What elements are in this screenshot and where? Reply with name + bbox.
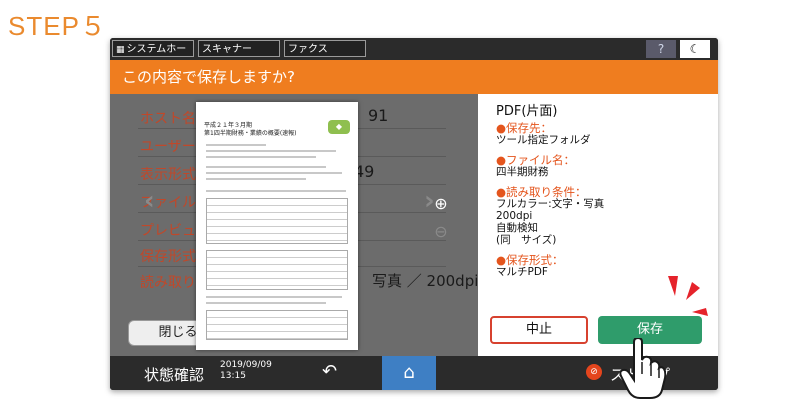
grid-icon: ▦ — [116, 45, 125, 55]
time: 13:15 — [220, 371, 246, 381]
text-line — [206, 296, 342, 298]
save-format-value: マルチPDF — [496, 266, 548, 278]
page-title: この内容で保存しますか? — [122, 68, 295, 86]
stop-icon[interactable]: ⊘ — [586, 364, 602, 380]
back-icon[interactable]: ↶ — [322, 361, 337, 382]
tab-label: ファクス — [288, 44, 328, 55]
tab-system-home[interactable]: ▦システムホーム — [112, 40, 194, 73]
title-bar: この内容で保存しますか? — [110, 60, 718, 94]
panel-heading: PDF(片面) — [496, 104, 558, 119]
read-condition-value: 自動検知 — [496, 222, 538, 234]
cancel-button[interactable]: 中止 — [490, 316, 588, 344]
read-condition-value: 写真 ／ 200dpi — [372, 272, 479, 290]
host-value: 91 — [368, 106, 389, 125]
top-tab-bar: ▦システムホーム スキャナー ファクス ? ☾ — [110, 38, 718, 73]
text-line — [206, 190, 346, 192]
document-title-line1: 平成２１年３月期 — [204, 122, 253, 129]
click-burst-icon — [668, 276, 708, 316]
zoom-out-icon[interactable]: ⊖ — [430, 222, 452, 241]
read-condition-value: フルカラー:文字・写真 — [496, 198, 605, 210]
display-format-label: 表示形式 — [140, 167, 196, 183]
chevron-left-icon[interactable]: ‹ — [144, 186, 155, 216]
hand-pointer-icon — [619, 338, 666, 399]
moon-icon[interactable]: ☾ — [680, 40, 710, 58]
text-line — [206, 144, 266, 146]
tab-label: スキャナー — [202, 44, 252, 55]
step-label: STEP５ — [8, 11, 107, 41]
host-label: ホスト名 — [140, 111, 196, 127]
data-table — [206, 310, 348, 340]
document-title: 平成２１年３月期 第1四半期財務・業績の概要(速報) — [204, 122, 297, 138]
read-condition-value: (同 サイズ) — [496, 234, 557, 246]
text-line — [206, 150, 336, 152]
home-icon[interactable]: ⌂ — [382, 356, 436, 390]
document-title-line2: 第1四半期財務・業績の概要(速報) — [204, 130, 297, 137]
status-check-button[interactable]: 状態確認 — [144, 364, 204, 385]
save-format-label: 保存形式 — [140, 249, 196, 265]
zoom-in-icon[interactable]: ⊕ — [430, 194, 452, 213]
datetime: 2019/09/09 13:15 — [220, 360, 272, 382]
data-table — [206, 250, 348, 290]
text-line — [206, 178, 306, 180]
text-line — [206, 166, 326, 168]
data-table — [206, 198, 348, 244]
save-destination-value: ツール指定フォルダ — [496, 134, 591, 146]
help-button[interactable]: ? — [646, 40, 676, 58]
tab-scanner[interactable]: スキャナー — [198, 40, 280, 57]
document-preview: 平成２１年３月期 第1四半期財務・業績の概要(速報) ◆ — [196, 102, 358, 350]
filename-value: 四半期財務 — [496, 166, 549, 178]
tab-fax[interactable]: ファクス — [284, 40, 366, 57]
text-line — [206, 302, 326, 304]
text-line — [206, 172, 342, 174]
date: 2019/09/09 — [220, 360, 272, 370]
read-condition-value: 200dpi — [496, 210, 533, 222]
text-line — [206, 156, 316, 158]
company-logo: ◆ — [328, 120, 350, 134]
